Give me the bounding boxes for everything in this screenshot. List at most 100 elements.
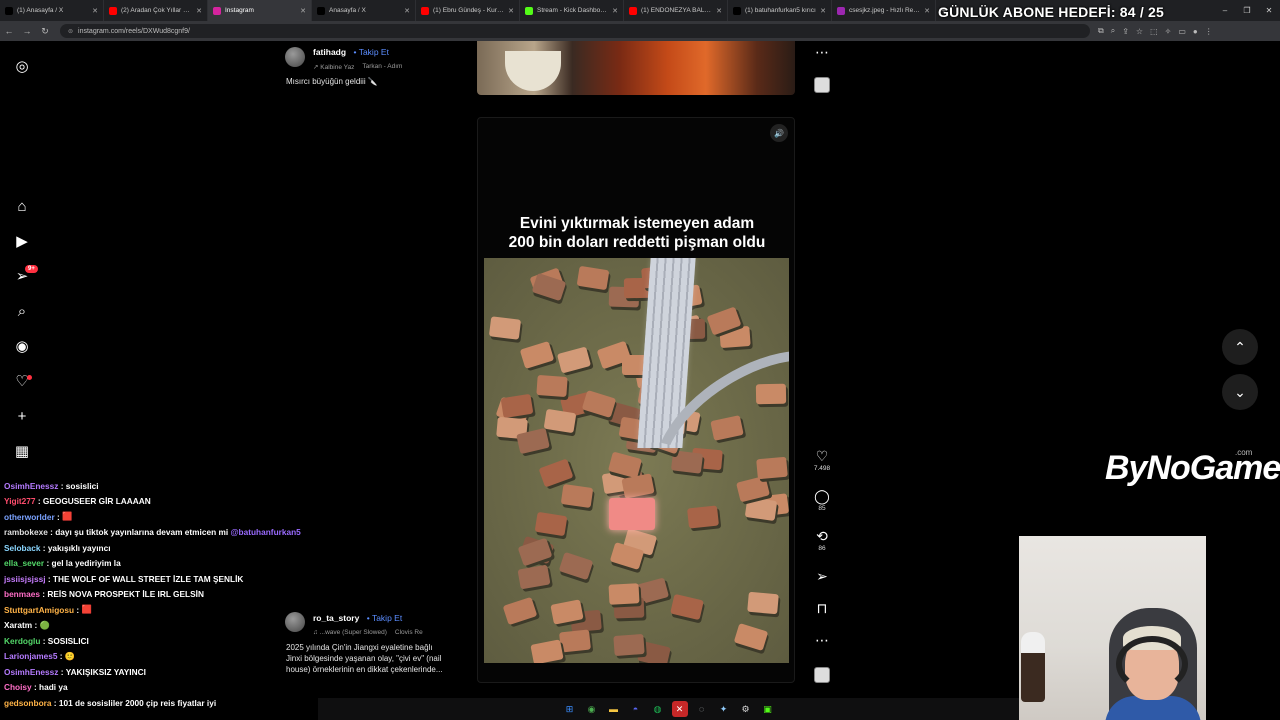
- explore-icon[interactable]: ◉: [12, 336, 32, 356]
- browser-tab[interactable]: (1) ENDONEZYA BALLBU ✕: [624, 0, 728, 21]
- browser-tab[interactable]: Stream - Kick Dashboard ✕: [520, 0, 624, 21]
- close-tab-icon[interactable]: ✕: [820, 7, 826, 15]
- close-tab-icon[interactable]: ✕: [92, 7, 98, 15]
- chat-username[interactable]: gedsonbora: [4, 698, 51, 708]
- browser-tab[interactable]: (1) Ebru Gündeş - Kurşun ✕: [416, 0, 520, 21]
- steam-icon[interactable]: ✦: [716, 701, 732, 717]
- house: [733, 623, 769, 651]
- comment-count: 85: [818, 505, 826, 512]
- follow-button[interactable]: • Takip Et: [367, 613, 402, 623]
- audio-artist[interactable]: Clovis Re: [395, 629, 423, 636]
- browser-tab[interactable]: (1) batuhanfurkan5 kırıcı ✕: [728, 0, 832, 21]
- kick-icon[interactable]: ▣: [760, 701, 776, 717]
- comment-button[interactable]: ◯ 85: [812, 488, 832, 512]
- back-icon[interactable]: ←: [0, 26, 18, 36]
- author-name[interactable]: fatihadg: [313, 47, 346, 57]
- audio-artist[interactable]: Tarkan - Adım: [362, 63, 402, 71]
- chat-username[interactable]: Larionjames5: [4, 651, 58, 661]
- install-app-icon[interactable]: ⧉: [1098, 26, 1104, 36]
- chat-username[interactable]: jssiisjsjssj: [4, 574, 46, 584]
- audio-link[interactable]: ♫ ...wave (Super Slowed): [313, 629, 387, 636]
- chat-username[interactable]: Choisy: [4, 682, 32, 692]
- spotify-icon[interactable]: ◍: [650, 701, 666, 717]
- windows-start-icon[interactable]: ⊞: [562, 701, 578, 717]
- discord-icon[interactable]: ◓: [628, 701, 644, 717]
- site-info-icon[interactable]: ⊜: [68, 28, 73, 35]
- avatar[interactable]: [285, 46, 305, 67]
- profile-avatar-icon[interactable]: ●: [1193, 27, 1198, 36]
- chat-username[interactable]: Kerdoglu: [4, 636, 40, 646]
- chat-username[interactable]: OsimhEnessz: [4, 667, 58, 677]
- extensions-puzzle-icon[interactable]: ✧: [1165, 27, 1172, 36]
- menu-kebab-icon[interactable]: ⋮: [1205, 27, 1213, 36]
- reload-icon[interactable]: ↻: [36, 26, 54, 37]
- close-tab-icon[interactable]: ✕: [196, 7, 202, 15]
- zoom-icon[interactable]: ⌕: [1111, 26, 1115, 36]
- audio-thumbnail-icon[interactable]: [814, 77, 830, 93]
- browser-tab[interactable]: csesjkz.jpeg - Hızlı Resim ✕: [832, 0, 936, 21]
- repost-button[interactable]: ⟲ 86: [812, 528, 832, 552]
- browser-tab[interactable]: Instagram ✕: [208, 0, 312, 21]
- maximize-button[interactable]: ❐: [1236, 6, 1258, 15]
- browser-tab[interactable]: (1) Anasayfa / X ✕: [0, 0, 104, 21]
- home-icon[interactable]: ⌂: [12, 196, 32, 216]
- close-window-button[interactable]: ✕: [1258, 6, 1280, 15]
- chat-username[interactable]: OsimhEnessz: [4, 481, 58, 491]
- chat-username[interactable]: otherworlder: [4, 512, 55, 522]
- url-field[interactable]: ⊜ instagram.com/reels/DXWud8cgnf9/: [60, 24, 1090, 38]
- audio-link[interactable]: ↗ Kalbine Yaz: [313, 63, 354, 71]
- share-button[interactable]: ➢: [812, 568, 832, 584]
- chat-separator: :: [54, 511, 63, 522]
- reels-icon[interactable]: ▶: [12, 231, 32, 251]
- chat-username[interactable]: Xaratm: [4, 620, 32, 630]
- bookmark-star-icon[interactable]: ☆: [1136, 27, 1143, 36]
- house: [556, 346, 592, 374]
- share-icon[interactable]: ⇪: [1122, 27, 1129, 36]
- extension-icon[interactable]: ⬚: [1150, 27, 1158, 36]
- author-name[interactable]: ro_ta_story: [313, 613, 359, 623]
- prev-video[interactable]: [477, 41, 795, 95]
- browser-tab[interactable]: Anasayfa / X ✕: [312, 0, 416, 21]
- close-tab-icon[interactable]: ✕: [404, 7, 410, 15]
- notification-dot: [27, 375, 32, 380]
- previous-reel-button[interactable]: ⌃: [1222, 329, 1258, 365]
- chat-username[interactable]: Yigit277: [4, 496, 36, 506]
- audio-toggle-icon[interactable]: 🔊: [770, 124, 788, 142]
- close-tab-icon[interactable]: ✕: [612, 7, 618, 15]
- search-icon[interactable]: ⌕: [12, 301, 32, 321]
- x-app-icon[interactable]: ✕: [671, 701, 688, 717]
- more-options-icon[interactable]: ⋯: [812, 44, 832, 60]
- close-tab-icon[interactable]: ✕: [924, 7, 930, 15]
- chat-username[interactable]: ella_sever: [4, 558, 44, 568]
- create-icon[interactable]: +: [12, 406, 32, 426]
- chat-username[interactable]: rambokexe: [4, 527, 48, 537]
- notifications-icon[interactable]: ♡: [12, 371, 32, 391]
- chat-mention[interactable]: @batuhanfurkan5: [230, 527, 300, 537]
- instagram-logo-icon[interactable]: ◎: [12, 56, 32, 76]
- obs-icon[interactable]: ◌: [694, 701, 710, 717]
- close-tab-icon[interactable]: ✕: [508, 7, 514, 15]
- forward-icon[interactable]: →: [18, 26, 36, 36]
- more-options-icon[interactable]: ⋯: [812, 632, 832, 648]
- chat-username[interactable]: StuttgartAmigosu: [4, 605, 74, 615]
- like-button[interactable]: ♡ 7.498: [812, 448, 832, 472]
- audio-thumbnail-icon[interactable]: [814, 667, 830, 683]
- close-tab-icon[interactable]: ✕: [716, 7, 722, 15]
- settings-icon[interactable]: ⚙: [738, 701, 754, 717]
- chat-username[interactable]: benmaes: [4, 589, 40, 599]
- follow-button[interactable]: • Takip Et: [354, 47, 389, 57]
- minimize-button[interactable]: –: [1214, 6, 1236, 15]
- stream-logo: ByNoGame: [1105, 449, 1280, 487]
- chat-username[interactable]: Seloback: [4, 543, 40, 553]
- next-reel-button[interactable]: ⌄: [1222, 374, 1258, 410]
- tab-label: (2) Aradan Çok Yıllar Geçti: [121, 7, 194, 14]
- dashboard-icon[interactable]: ▦: [12, 441, 32, 461]
- close-tab-icon[interactable]: ✕: [300, 7, 306, 15]
- chrome-icon[interactable]: ◉: [584, 701, 600, 717]
- reel-video[interactable]: 🔊 Evini yıktırmak istemeyen adam 200 bin…: [477, 117, 795, 683]
- file-explorer-icon[interactable]: ▬: [606, 701, 622, 717]
- chat-message: otherworlder : 🟥: [0, 509, 318, 525]
- save-button[interactable]: ⊓: [812, 600, 832, 616]
- sidebar-icon[interactable]: ▭: [1178, 27, 1186, 36]
- browser-tab[interactable]: (2) Aradan Çok Yıllar Geçti ✕: [104, 0, 208, 21]
